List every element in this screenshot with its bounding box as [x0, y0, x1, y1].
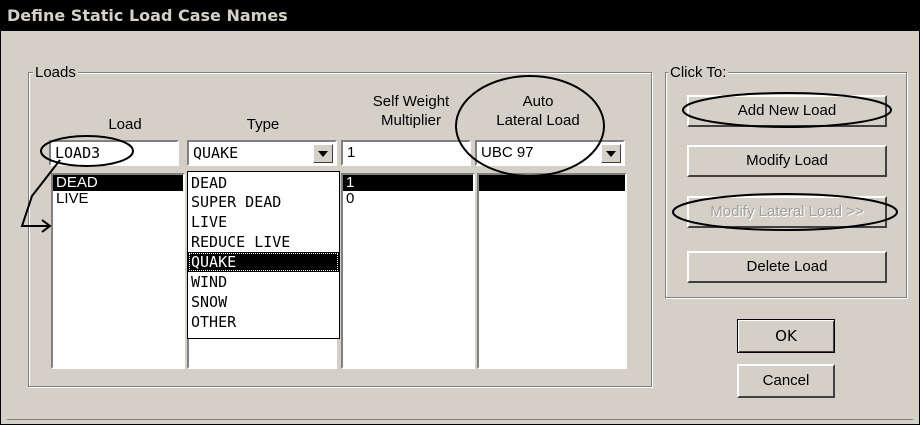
auto-lateral-list[interactable]	[477, 173, 627, 369]
cancel-button[interactable]: Cancel	[737, 364, 835, 398]
delete-load-button[interactable]: Delete Load	[687, 251, 887, 283]
type-dropdown-value: QUAKE	[193, 144, 239, 162]
type-dropdown[interactable]: QUAKE	[187, 140, 337, 166]
auto-lateral-header-line1: Auto	[522, 93, 554, 110]
auto-lateral-header-line2: Lateral Load	[496, 112, 580, 129]
bottom-divider	[7, 419, 913, 420]
list-item[interactable]: DEAD	[53, 175, 183, 191]
list-item[interactable]	[479, 175, 625, 191]
load-list[interactable]: DEAD LIVE	[51, 173, 185, 369]
auto-lateral-dropdown[interactable]: UBC 97	[475, 140, 625, 166]
type-option-wind[interactable]: WIND	[188, 272, 339, 292]
type-option-other[interactable]: OTHER	[188, 312, 339, 332]
load-column-header: Load	[108, 116, 142, 133]
type-dropdown-arrow-icon[interactable]	[313, 144, 333, 163]
load-name-input[interactable]: LOAD3	[49, 140, 179, 166]
auto-lateral-dropdown-arrow-icon[interactable]	[601, 144, 621, 163]
dialog-window: Define Static Load Case Names Loads Load…	[0, 0, 920, 425]
modify-load-button[interactable]: Modify Load	[687, 145, 887, 177]
self-weight-list[interactable]: 1 0	[341, 173, 475, 369]
modify-lateral-load-button[interactable]: Modify Lateral Load >>	[687, 196, 887, 228]
type-option-snow[interactable]: SNOW	[188, 292, 339, 312]
type-option-super-dead[interactable]: SUPER DEAD	[188, 192, 339, 212]
self-weight-header-line1: Self Weight	[372, 93, 450, 110]
loads-legend: Loads	[33, 64, 78, 81]
type-dropdown-options[interactable]: DEAD SUPER DEAD LIVE REDUCE LIVE QUAKE W…	[187, 171, 340, 339]
ok-button[interactable]: OK	[737, 319, 835, 353]
type-option-live[interactable]: LIVE	[188, 212, 339, 232]
type-option-dead[interactable]: DEAD	[188, 174, 339, 192]
list-item[interactable]: LIVE	[53, 191, 183, 207]
self-weight-input[interactable]: 1	[341, 140, 471, 166]
self-weight-header-line2: Multiplier	[380, 112, 441, 129]
title-bar: Define Static Load Case Names	[1, 1, 919, 31]
add-new-load-button[interactable]: Add New Load	[687, 95, 887, 127]
type-column-header: Type	[246, 116, 280, 133]
list-item[interactable]: 0	[343, 191, 473, 207]
auto-lateral-dropdown-value: UBC 97	[481, 144, 534, 161]
click-to-legend: Click To:	[668, 64, 729, 81]
type-option-reduce-live[interactable]: REDUCE LIVE	[188, 232, 339, 252]
type-option-quake[interactable]: QUAKE	[188, 252, 339, 272]
list-item[interactable]: 1	[343, 175, 473, 191]
